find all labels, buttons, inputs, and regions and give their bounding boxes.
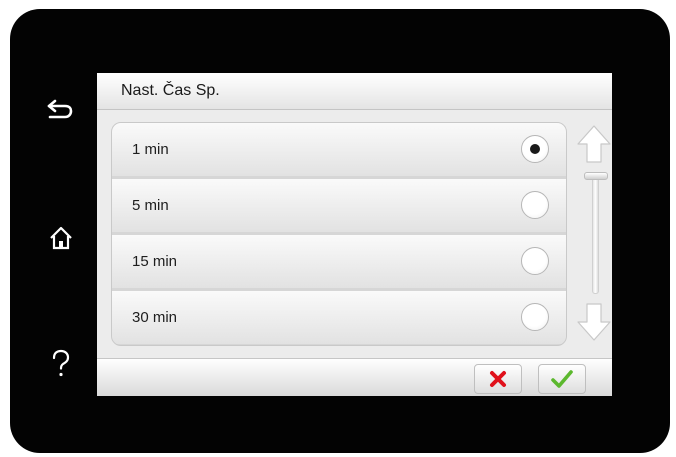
arrow-down-icon (577, 303, 611, 341)
scroll-down-button[interactable] (575, 302, 612, 342)
cross-icon (490, 371, 506, 387)
back-button[interactable] (38, 87, 84, 133)
scroll-up-button[interactable] (575, 124, 612, 164)
content-area: 1 min 5 min 15 min 30 min (97, 110, 612, 358)
radio-button[interactable] (521, 247, 549, 275)
option-label: 1 min (132, 141, 169, 158)
radio-button[interactable] (521, 303, 549, 331)
home-icon (50, 226, 72, 250)
help-icon (52, 349, 70, 377)
arrow-up-icon (577, 125, 611, 163)
radio-button[interactable] (521, 135, 549, 163)
option-label: 15 min (132, 253, 178, 270)
help-button[interactable] (38, 341, 84, 387)
radio-button[interactable] (521, 191, 549, 219)
confirm-button[interactable] (538, 364, 586, 394)
home-button[interactable] (38, 215, 84, 261)
list-item[interactable]: 30 min (112, 291, 566, 344)
scrollbar-track[interactable] (592, 174, 599, 294)
action-bar (97, 358, 612, 396)
radio-selected-dot (530, 144, 540, 154)
page-title: Nast. Čas Sp. (121, 82, 220, 99)
option-label: 30 min (132, 309, 178, 326)
option-label: 5 min (132, 197, 169, 214)
title-bar: Nast. Čas Sp. (97, 73, 612, 110)
list-item[interactable]: 15 min (112, 235, 566, 288)
list-item[interactable]: 5 min (112, 179, 566, 232)
option-list: 1 min 5 min 15 min 30 min (111, 122, 567, 346)
touch-screen: Nast. Čas Sp. 1 min 5 min 15 min 30 min (97, 73, 612, 396)
scrollbar-thumb[interactable] (584, 172, 608, 180)
back-arrow-icon (47, 99, 73, 119)
checkmark-icon (551, 370, 573, 388)
cancel-button[interactable] (474, 364, 522, 394)
list-item[interactable]: 1 min (112, 123, 566, 176)
printer-panel: Nast. Čas Sp. 1 min 5 min 15 min 30 min (10, 9, 670, 453)
